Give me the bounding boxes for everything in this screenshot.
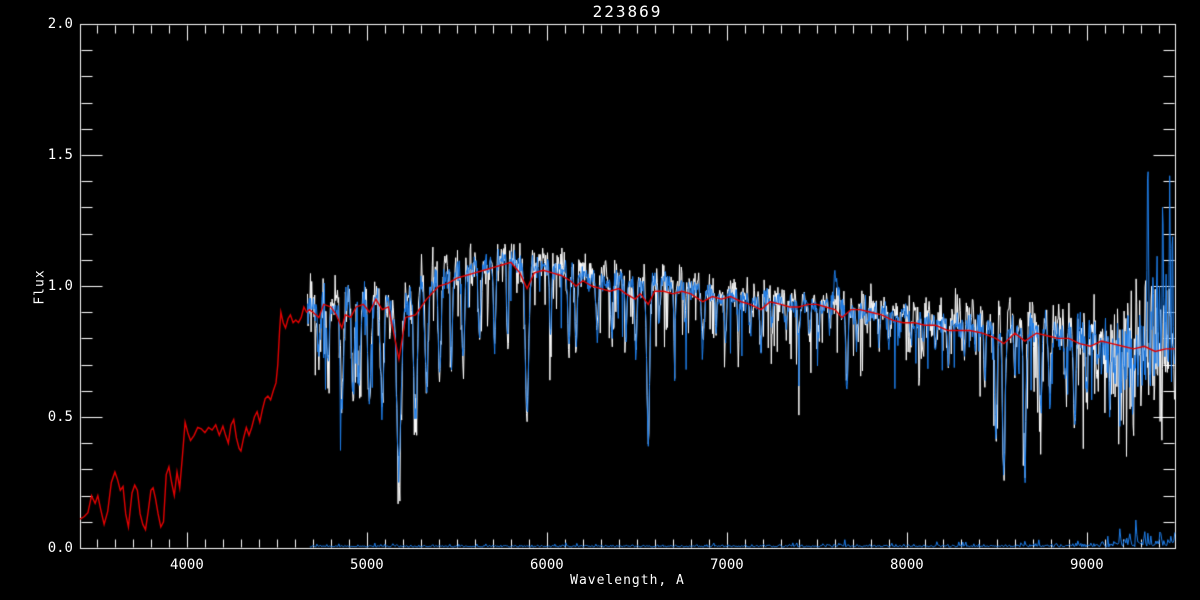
x-tick-label: 9000 bbox=[1069, 557, 1104, 573]
y-tick-label: 0.5 bbox=[47, 409, 73, 425]
x-tick-label: 4000 bbox=[170, 557, 204, 573]
spectrum-plot-canvas bbox=[0, 0, 1200, 600]
y-tick-label: 1.5 bbox=[47, 147, 73, 163]
x-tick-label: 7000 bbox=[709, 557, 744, 573]
plot-title: 223869 bbox=[592, 2, 663, 21]
x-tick-label: 8000 bbox=[889, 557, 924, 573]
x-tick-label: 6000 bbox=[530, 557, 564, 573]
y-tick-label: 1.0 bbox=[47, 278, 73, 294]
x-tick-label: 5000 bbox=[350, 557, 384, 573]
y-tick-label: 0.0 bbox=[47, 540, 73, 556]
x-axis-label: Wavelength, A bbox=[570, 573, 685, 588]
spectrum-figure: 223869 Wavelength, A Flux 4000 5000 6000 70… bbox=[0, 0, 1200, 600]
y-tick-label: 2.0 bbox=[47, 16, 73, 32]
